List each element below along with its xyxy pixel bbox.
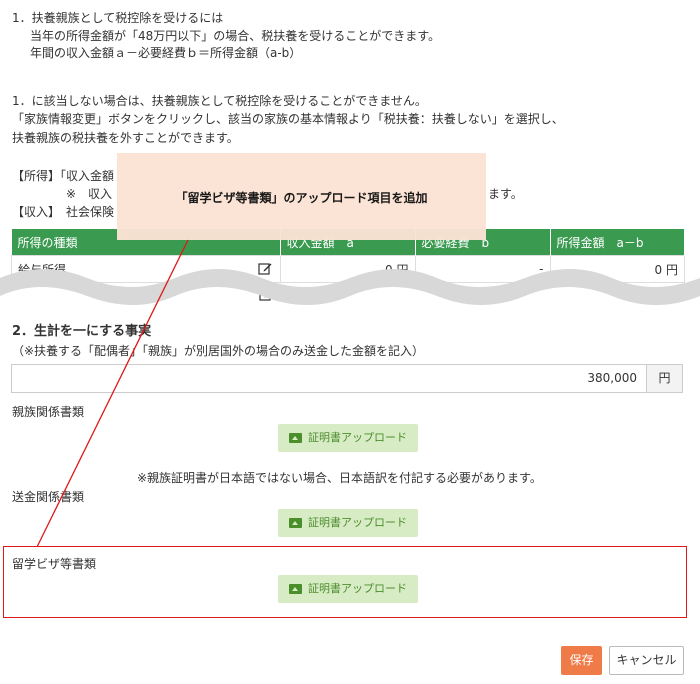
save-button[interactable]: 保存 [561,646,602,675]
visa-upload-button[interactable]: 証明書アップロード [278,575,418,603]
intro-line-3: 年間の収入金額ａ－必要経費ｂ＝所得金額（a-b） [30,46,302,60]
annotation-callout: 「留学ビザ等書類」のアップロード項目を追加 [117,153,486,240]
section-subtitle: （※扶養する「配偶者」「親族」が別居国外の場合のみ送金した金額を記入） [12,344,425,358]
intro-line-5: 「家族情報変更」ボタンをクリックし、該当の家族の基本情報より「税扶養：扶養しない… [12,112,564,126]
image-icon [289,433,302,443]
upload-label: 証明書アップロード [308,582,407,595]
table-header: 所得金額 a－b [550,229,685,256]
income-note-sub-end: ます。 [488,187,523,201]
intro-line-2: 当年の所得金額が「48万円以下」の場合、税扶養を受けることができます。 [30,29,441,43]
intro-line-4: 1．に該当しない場合は、扶養親族として税控除を受けることができません。 [12,94,427,108]
income-note: 【所得】「収入金額 [12,169,115,183]
remittance-docs-label: 送金関係書類 [12,490,85,504]
remittance-upload-button[interactable]: 証明書アップロード [278,509,418,537]
image-icon [289,584,302,594]
callout-text: 「留学ビザ等書類」のアップロード項目を追加 [175,191,428,205]
upload-label: 証明書アップロード [308,516,407,529]
cut-band [0,269,700,305]
income-note-sub: ※ 収入 [66,187,113,201]
cancel-button[interactable]: キャンセル [609,646,684,675]
relation-upload-button[interactable]: 証明書アップロード [278,424,418,452]
visa-docs-label: 留学ビザ等書類 [12,557,97,571]
intro-line-6: 扶養親族の税扶養を外すことができます。 [12,131,239,145]
section-title: 2．生計を一にする事実 [12,324,152,339]
relation-docs-label: 親族関係書類 [12,405,85,419]
image-icon [289,518,302,528]
remittance-amount-field[interactable]: 380,000 円 [11,364,683,393]
revenue-note: 【収入】 社会保険 [12,205,115,219]
amount-value: 380,000 [587,371,637,385]
upload-label: 証明書アップロード [308,431,407,444]
relation-note: ※親族証明書が日本語ではない場合、日本語訳を付記する必要があります。 [137,471,542,485]
intro-line-1: 1．扶養親族として税控除を受けるには [12,11,224,25]
amount-unit: 円 [646,365,682,392]
